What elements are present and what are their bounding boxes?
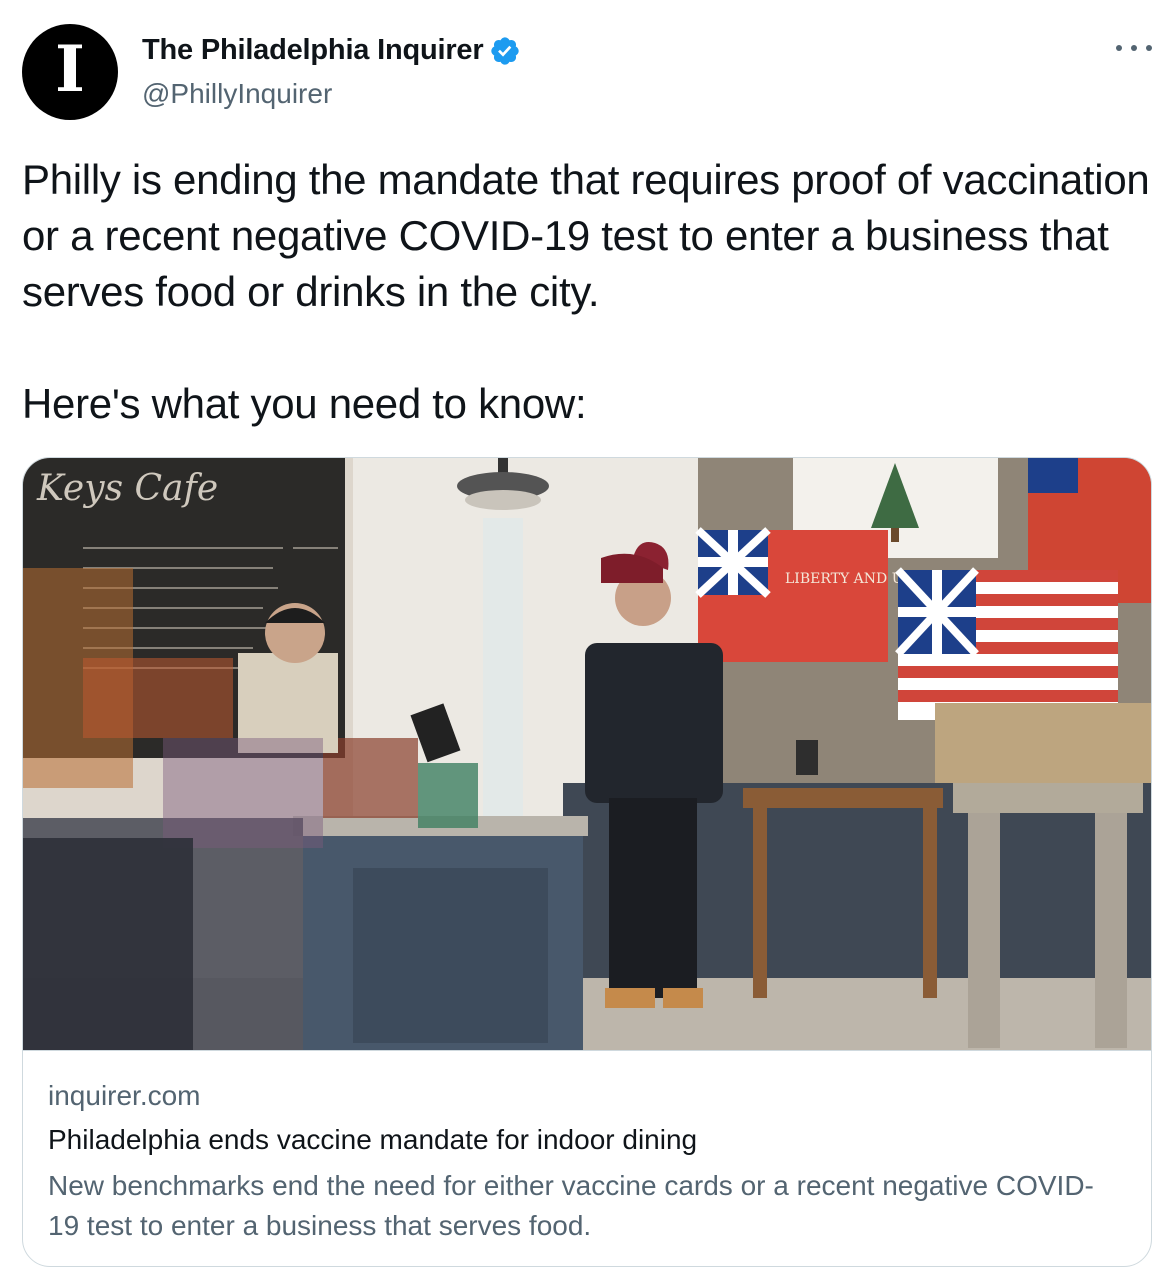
article-photo: Keys Cafe LIBERTY AND UNION: [23, 458, 1151, 1050]
cafe-sign-text: Keys Cafe: [36, 468, 218, 509]
avatar[interactable]: I: [22, 24, 118, 120]
author-handle[interactable]: @PhillyInquirer: [142, 78, 332, 110]
more-dot: [1146, 45, 1152, 51]
verified-badge-icon: [491, 36, 520, 65]
card-description: New benchmarks end the need for either v…: [48, 1170, 1094, 1241]
link-preview-card[interactable]: Keys Cafe LIBERTY AND UNION inquirer.com…: [22, 457, 1152, 1267]
more-dot: [1131, 45, 1137, 51]
card-divider: [23, 1050, 1151, 1051]
avatar-logo: I: [55, 32, 85, 107]
more-horizontal-icon[interactable]: [1116, 36, 1152, 60]
tweet-paragraph: Philly is ending the mandate that requir…: [22, 156, 1150, 315]
card-domain: inquirer.com: [48, 1080, 201, 1111]
author-display-name[interactable]: The Philadelphia Inquirer: [142, 34, 484, 67]
tweet-paragraph: Here's what you need to know:: [22, 380, 587, 427]
card-title: Philadelphia ends vaccine mandate for in…: [48, 1124, 698, 1155]
tweet-text: Philly is ending the mandate that requir…: [22, 152, 1158, 432]
more-dot: [1116, 45, 1122, 51]
author-name-row: The Philadelphia Inquirer: [142, 34, 521, 67]
tweet-header: I The Philadelphia Inquirer @PhillyInqui…: [22, 24, 1152, 124]
